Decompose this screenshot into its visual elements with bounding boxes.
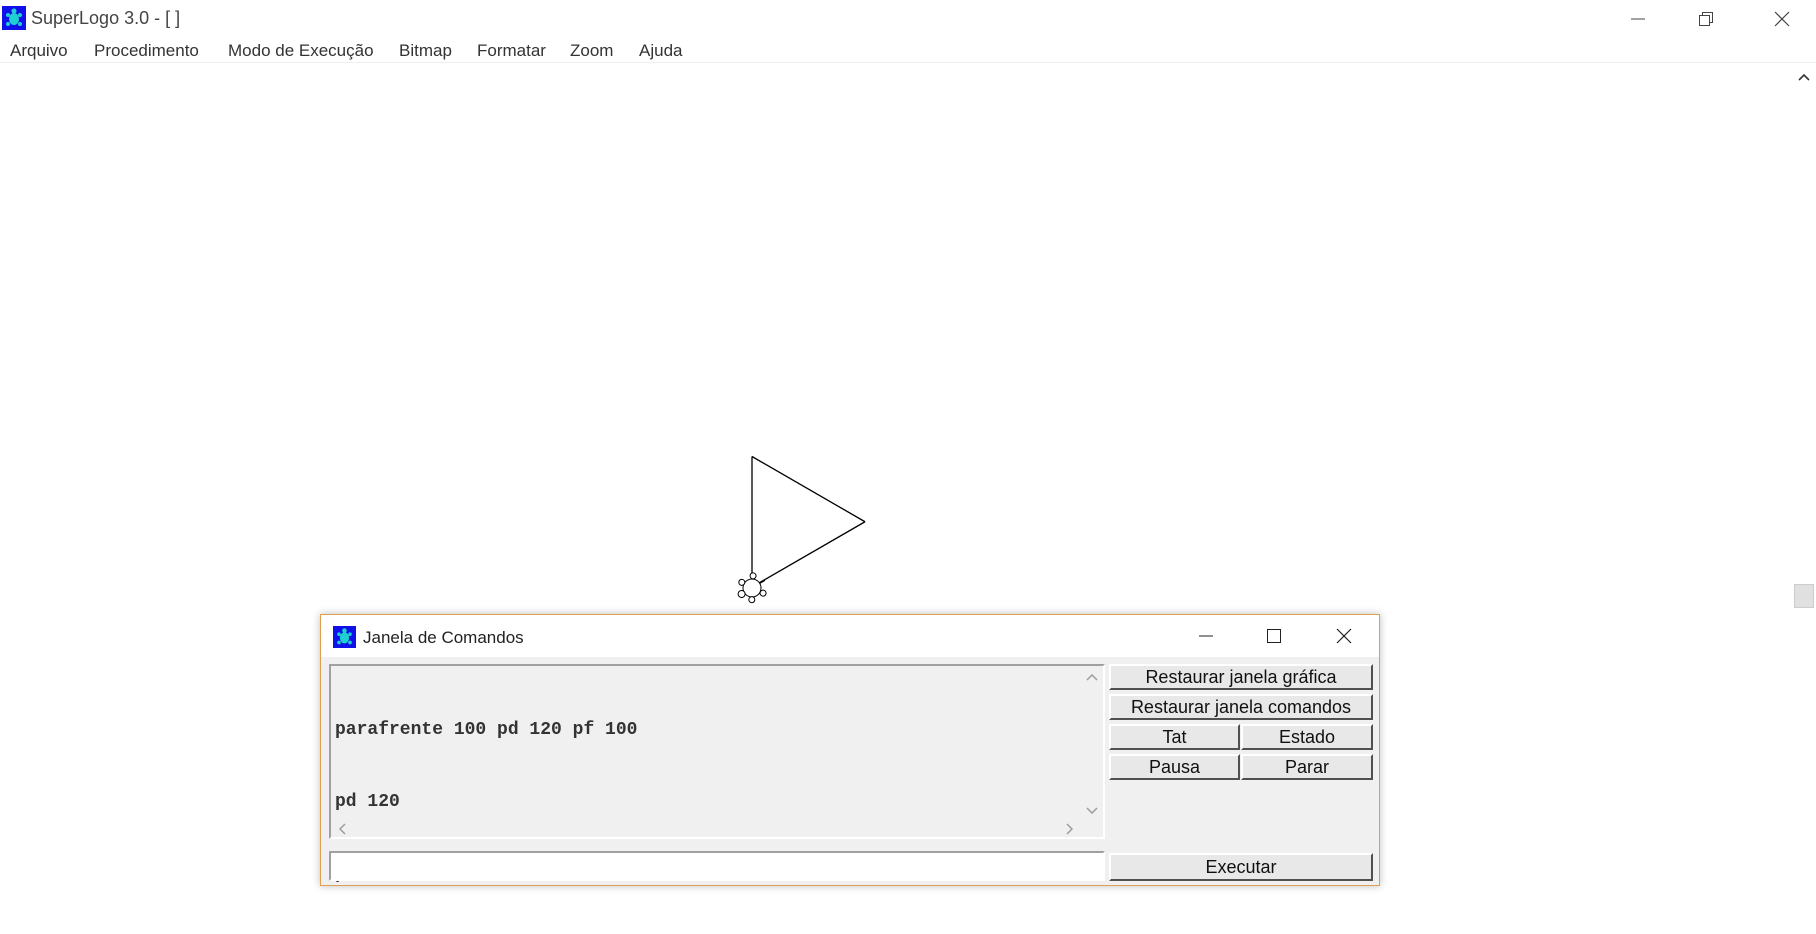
command-input[interactable] bbox=[329, 851, 1105, 881]
menu-procedimento[interactable]: Procedimento bbox=[94, 41, 199, 61]
minimize-button[interactable] bbox=[1604, 0, 1672, 37]
close-icon bbox=[1774, 11, 1790, 26]
menu-zoom[interactable]: Zoom bbox=[570, 41, 613, 61]
menu-ajuda[interactable]: Ajuda bbox=[639, 41, 682, 61]
command-window-minimize-button[interactable] bbox=[1173, 615, 1239, 657]
turtle-line-segment bbox=[751, 521, 866, 588]
pausa-button[interactable]: Pausa bbox=[1109, 754, 1240, 780]
chevron-up-icon bbox=[1798, 73, 1810, 81]
command-window-close-button[interactable] bbox=[1311, 615, 1377, 657]
close-button[interactable] bbox=[1748, 0, 1816, 37]
command-history-text: parafrente 100 pd 120 pf 100 pd 120 pf 1… bbox=[335, 670, 637, 934]
command-window-title-bar[interactable]: Janela de Comandos bbox=[321, 615, 1379, 657]
restore-icon bbox=[1699, 11, 1713, 26]
turtle-icon bbox=[333, 626, 356, 648]
history-horizontal-scrollbar[interactable] bbox=[331, 820, 1081, 838]
turtle-drawing bbox=[751, 455, 866, 588]
window-title: SuperLogo 3.0 - [ ] bbox=[31, 8, 181, 28]
history-line: parafrente 100 pd 120 pf 100 bbox=[335, 720, 638, 740]
history-line: pd 120 bbox=[335, 792, 400, 812]
close-icon bbox=[1336, 628, 1352, 644]
menu-arquivo[interactable]: Arquivo bbox=[10, 41, 68, 61]
command-window-maximize-button[interactable] bbox=[1241, 615, 1307, 657]
estado-button[interactable]: Estado bbox=[1241, 724, 1373, 750]
turtle-line-segment bbox=[751, 455, 866, 523]
scroll-thumb[interactable] bbox=[1794, 584, 1814, 608]
command-window-title: Janela de Comandos bbox=[363, 628, 524, 647]
menu-modo-de-execucao[interactable]: Modo de Execução bbox=[228, 41, 374, 61]
maximize-icon bbox=[1267, 629, 1281, 643]
menu-bar: Arquivo Procedimento Modo de Execução Bi… bbox=[0, 37, 1816, 63]
history-vertical-scrollbar[interactable] bbox=[1081, 666, 1103, 820]
menu-formatar[interactable]: Formatar bbox=[477, 41, 546, 61]
chevron-right-icon bbox=[1066, 823, 1073, 835]
parar-button[interactable]: Parar bbox=[1241, 754, 1373, 780]
restore-commands-window-button[interactable]: Restaurar janela comandos bbox=[1109, 694, 1373, 720]
restore-button[interactable] bbox=[1672, 0, 1740, 37]
title-bar[interactable]: SuperLogo 3.0 - [ ] bbox=[0, 0, 1816, 37]
menu-bitmap[interactable]: Bitmap bbox=[399, 41, 452, 61]
command-window: Janela de Comandos parafrente 100 pd 120… bbox=[320, 614, 1380, 886]
executar-button[interactable]: Executar bbox=[1109, 853, 1373, 881]
restore-graphics-window-button[interactable]: Restaurar janela gráfica bbox=[1109, 664, 1373, 690]
superlogo-window: SuperLogo 3.0 - [ ] Arquivo Procedimento… bbox=[0, 0, 1816, 930]
tat-button[interactable]: Tat bbox=[1109, 724, 1240, 750]
chevron-up-icon bbox=[1086, 674, 1098, 681]
minimize-icon bbox=[1631, 18, 1645, 19]
minimize-icon bbox=[1199, 635, 1213, 637]
command-history[interactable]: parafrente 100 pd 120 pf 100 pd 120 pf 1… bbox=[329, 664, 1105, 884]
chevron-left-icon bbox=[339, 823, 346, 835]
chevron-down-icon bbox=[1086, 807, 1098, 814]
turtle-icon bbox=[737, 572, 767, 604]
vertical-scrollbar[interactable] bbox=[1792, 64, 1816, 930]
scroll-up-button[interactable] bbox=[1792, 66, 1816, 88]
turtle-icon bbox=[2, 6, 26, 30]
